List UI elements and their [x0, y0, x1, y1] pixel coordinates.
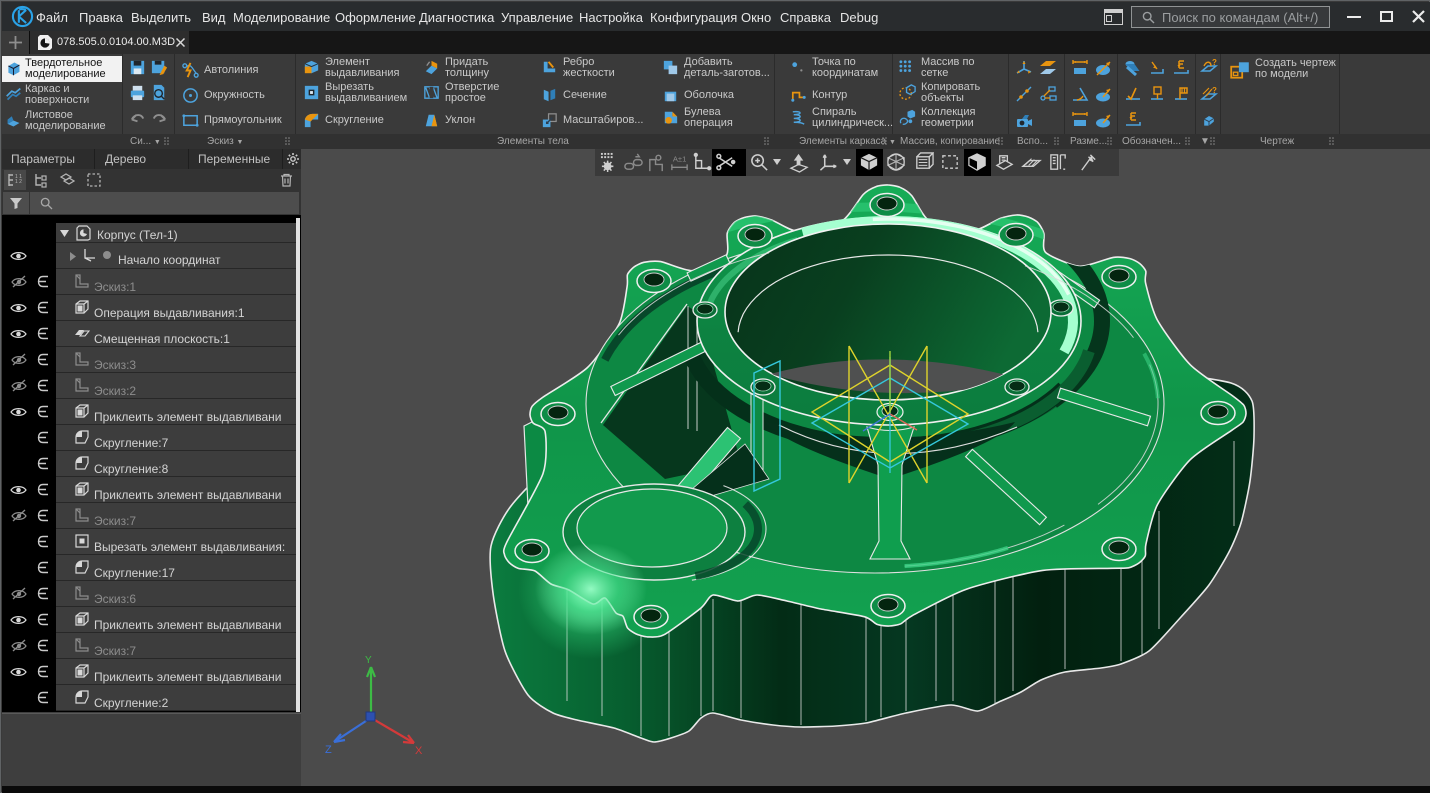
svg-text:X: X — [415, 745, 423, 757]
svg-text:Y: Y — [365, 655, 372, 666]
svg-text:?: ? — [1212, 86, 1217, 95]
svg-text:1 2: 1 2 — [15, 179, 22, 185]
svg-text:A±1: A±1 — [673, 155, 687, 164]
svg-text:?: ? — [1212, 58, 1217, 67]
svg-text:Z: Z — [325, 744, 332, 756]
